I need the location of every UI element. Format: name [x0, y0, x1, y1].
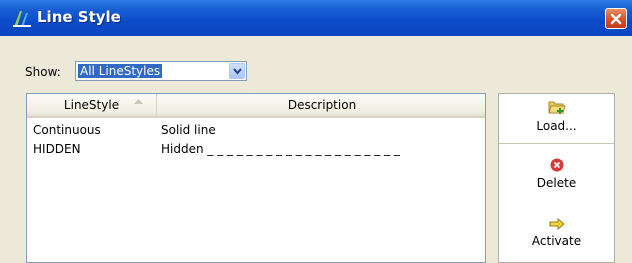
column-header-label: Description — [287, 98, 357, 112]
delete-label: Delete — [536, 176, 577, 190]
activate-button[interactable]: Activate — [499, 218, 614, 248]
close-icon — [610, 13, 622, 25]
linestyle-list[interactable]: LineStyle Description Continuous Solid l… — [26, 93, 486, 263]
dropdown-arrow-button[interactable] — [229, 63, 245, 79]
delete-button[interactable]: Delete — [499, 158, 614, 190]
folder-open-icon — [547, 101, 566, 114]
column-header-description[interactable]: Description — [157, 94, 487, 116]
load-label: Load... — [536, 119, 577, 133]
arrow-right-icon — [549, 218, 565, 230]
list-header: LineStyle Description — [27, 94, 485, 118]
linestyle-description: Hidden _ _ _ _ _ _ _ _ _ _ _ _ _ _ _ _ _… — [161, 142, 400, 156]
show-dropdown[interactable]: All LineStyles — [75, 61, 247, 81]
column-header-linestyle[interactable]: LineStyle — [27, 94, 157, 116]
linestyle-name: Continuous — [33, 123, 101, 137]
action-panel: Load... Delete Activate — [498, 93, 615, 263]
show-dropdown-value: All LineStyles — [78, 64, 163, 78]
delete-icon — [550, 158, 563, 172]
list-row[interactable]: Continuous Solid line — [27, 123, 485, 139]
line-style-app-icon — [12, 9, 32, 29]
column-header-label: LineStyle — [63, 98, 120, 112]
close-button[interactable] — [605, 8, 627, 29]
window-title: Line Style — [37, 8, 121, 26]
load-button[interactable]: Load... — [499, 94, 614, 144]
show-label: Show: — [25, 65, 61, 79]
linestyle-description: Solid line — [161, 123, 216, 137]
chevron-down-icon — [233, 68, 242, 75]
list-row[interactable]: HIDDEN Hidden _ _ _ _ _ _ _ _ _ _ _ _ _ … — [27, 142, 485, 158]
linestyle-name: HIDDEN — [33, 142, 81, 156]
activate-label: Activate — [531, 234, 582, 248]
sort-ascending-icon — [134, 99, 143, 104]
title-bar[interactable]: Line Style — [0, 0, 632, 36]
